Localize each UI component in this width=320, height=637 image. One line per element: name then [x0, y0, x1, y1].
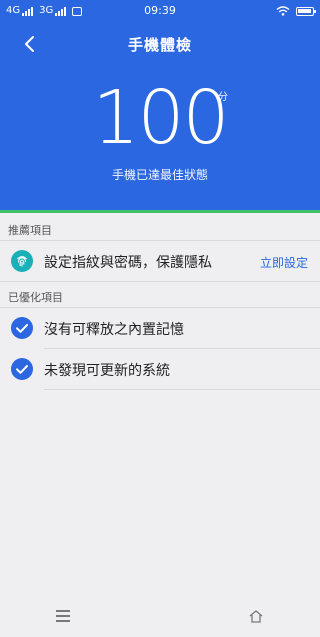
- menu-icon[interactable]: [56, 610, 70, 622]
- status-accent-line: [0, 210, 320, 213]
- check-circle-icon: [11, 358, 33, 380]
- list-item-fingerprint[interactable]: 設定指紋與密碼，保護隱私 立即設定: [0, 241, 320, 281]
- battery-icon: [296, 6, 316, 16]
- page-title: 手機體檢: [127, 36, 192, 54]
- app-header: 手機體檢: [0, 28, 320, 60]
- list-item-label: 沒有可釋放之內置記憶: [44, 322, 184, 338]
- list-item-system-update: 未發現可更新的系統: [0, 349, 320, 389]
- navigation-bar: [0, 597, 320, 637]
- divider: [0, 281, 320, 282]
- score-unit: 分: [218, 92, 228, 103]
- list-item-memory: 沒有可釋放之內置記憶: [0, 308, 320, 348]
- wifi-icon: [276, 6, 290, 16]
- home-icon[interactable]: [248, 609, 264, 623]
- status-time: 09:39: [144, 4, 176, 17]
- score-display: 100 分: [0, 78, 320, 168]
- score-subtitle: 手機已達最佳狀態: [111, 168, 208, 182]
- status-right: [276, 0, 316, 22]
- section-label-recommend: 推薦項目: [8, 224, 52, 237]
- list-item-label: 未發現可更新的系統: [44, 363, 170, 379]
- set-now-link[interactable]: 立即設定: [260, 254, 308, 271]
- section-label-optimized: 已優化項目: [8, 291, 63, 304]
- status-bar: 4G 3G 09:39: [0, 0, 320, 22]
- fingerprint-icon: [11, 250, 33, 272]
- list-item-label: 設定指紋與密碼，保護隱私: [44, 255, 212, 271]
- divider: [44, 389, 320, 390]
- score-header-panel: 4G 3G 09:39 手機體檢 100 分 手機已達最佳狀態: [0, 0, 320, 210]
- check-circle-icon: [11, 317, 33, 339]
- score-value: 100: [92, 75, 229, 161]
